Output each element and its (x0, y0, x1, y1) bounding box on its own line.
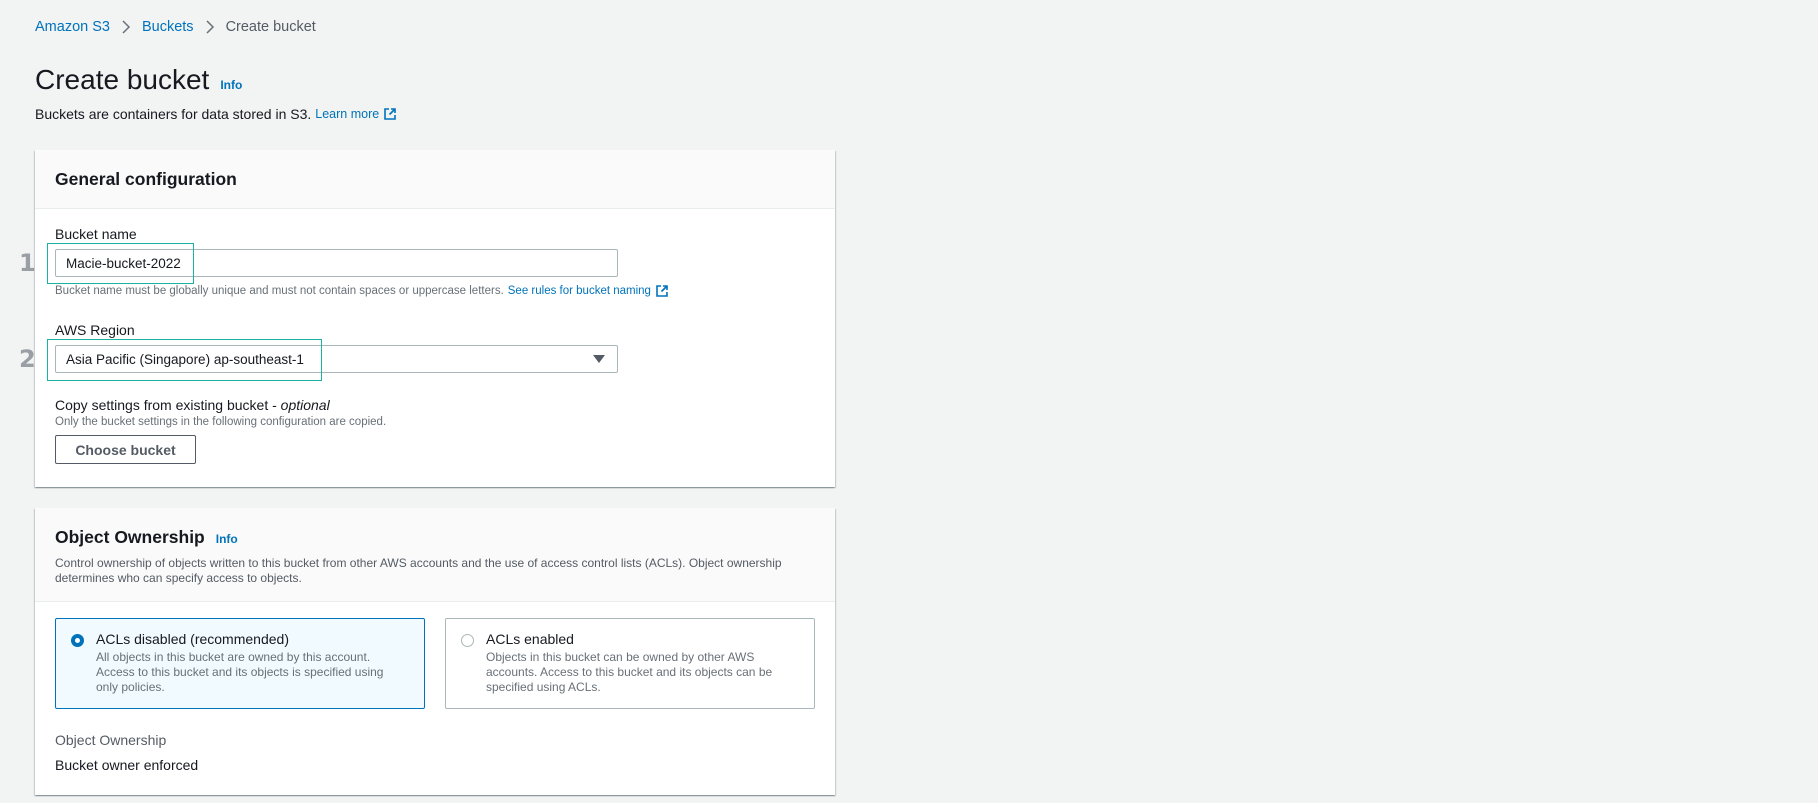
optional-tag: optional (280, 397, 330, 413)
copy-settings-label: Copy settings from existing bucket - opt… (55, 397, 330, 413)
acls-disabled-description: All objects in this bucket are owned by … (96, 650, 384, 694)
radio-unselected-icon[interactable] (461, 634, 474, 647)
bucket-name-input[interactable]: Macie-bucket-2022 (55, 249, 618, 277)
breadcrumb: Amazon S3 Buckets Create bucket (35, 19, 316, 35)
external-link-icon (656, 285, 668, 297)
aws-region-value: Asia Pacific (Singapore) ap-southeast-1 (66, 351, 304, 367)
page-header: Create bucket Info (35, 64, 242, 96)
caret-down-icon (593, 355, 605, 363)
object-ownership-setting-value: Bucket owner enforced (55, 757, 199, 773)
page-info-link[interactable]: Info (220, 78, 242, 92)
chevron-right-icon (205, 20, 215, 34)
breadcrumb-amazon-s3[interactable]: Amazon S3 (35, 19, 110, 35)
object-ownership-header: Object Ownership Info Control ownership … (35, 508, 835, 602)
page-description: Buckets are containers for data stored i… (35, 106, 397, 122)
copy-settings-label-text: Copy settings from existing bucket - (55, 397, 281, 413)
bucket-naming-rules-link[interactable]: See rules for bucket naming (508, 284, 669, 298)
bucket-naming-rules-label: See rules for bucket naming (507, 285, 651, 297)
aws-region-select[interactable]: Asia Pacific (Singapore) ap-southeast-1 (55, 345, 618, 373)
acls-enabled-description: Objects in this bucket can be owned by o… (486, 650, 773, 694)
radio-selected-icon[interactable] (71, 634, 84, 647)
step-annotation-1: 1 (19, 249, 36, 277)
chevron-right-icon (121, 20, 131, 34)
object-ownership-description: Control ownership of objects written to … (55, 556, 782, 585)
acls-enabled-option[interactable]: ACLs enabled Objects in this bucket can … (445, 618, 815, 709)
object-ownership-setting-label: Object Ownership (55, 732, 167, 748)
acls-enabled-label: ACLs enabled (486, 631, 574, 647)
object-ownership-panel: Object Ownership Info Control ownership … (35, 508, 835, 795)
step-annotation-2: 2 (19, 345, 36, 373)
page-description-text: Buckets are containers for data stored i… (35, 106, 312, 122)
learn-more-label: Learn more (315, 107, 380, 121)
copy-settings-hint: Only the bucket settings in the followin… (55, 416, 387, 428)
bucket-name-hint: Bucket name must be globally unique and … (55, 284, 669, 298)
general-configuration-header: General configuration (35, 150, 835, 209)
learn-more-link[interactable]: Learn more (315, 107, 397, 121)
aws-region-label: AWS Region (55, 322, 135, 338)
acls-disabled-option[interactable]: ACLs disabled (recommended) All objects … (55, 618, 425, 709)
bucket-name-value: Macie-bucket-2022 (66, 255, 181, 271)
object-ownership-info-link[interactable]: Info (216, 532, 238, 546)
object-ownership-title: Object Ownership (55, 527, 205, 547)
breadcrumb-buckets[interactable]: Buckets (142, 19, 194, 35)
page-title: Create bucket (35, 64, 210, 95)
general-configuration-panel: General configuration Bucket name Macie-… (35, 150, 835, 487)
acls-disabled-label: ACLs disabled (recommended) (96, 631, 289, 647)
general-configuration-title: General configuration (55, 168, 237, 189)
bucket-name-hint-text: Bucket name must be globally unique and … (55, 285, 504, 297)
choose-bucket-button[interactable]: Choose bucket (55, 435, 196, 464)
external-link-icon (384, 108, 397, 120)
breadcrumb-current: Create bucket (225, 19, 316, 35)
bucket-name-label: Bucket name (55, 226, 137, 242)
